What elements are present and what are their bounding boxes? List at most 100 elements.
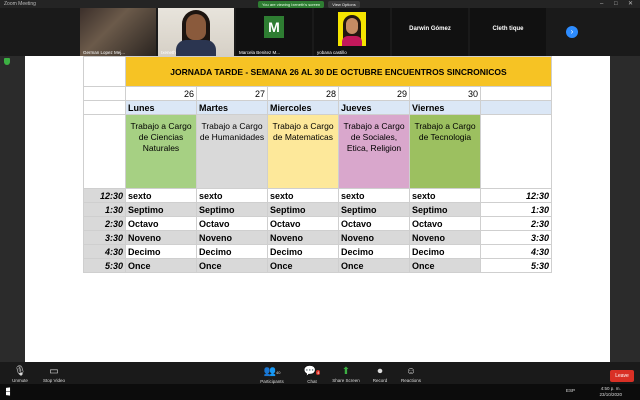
class-cell: sexto (267, 188, 339, 203)
participant-gallery: German Lopez Mej... Ixeneth M Marcela Be… (0, 8, 640, 56)
reactions-icon: ☺ (405, 366, 417, 377)
class-cell: sexto (125, 188, 197, 203)
class-cell: Decimo (338, 244, 410, 259)
language-indicator[interactable]: ESP (566, 388, 575, 393)
participant-tile[interactable]: German Lopez Mej... (80, 8, 156, 56)
participant-name: Cleth tique (492, 26, 524, 32)
participants-button[interactable]: 👥40 Participants (252, 366, 292, 384)
security-shield-icon[interactable] (4, 58, 10, 65)
taskbar-clock[interactable]: 4:50 p. m. 23/10/2020 (599, 386, 622, 398)
class-cell: Decimo (125, 244, 197, 259)
participant-body (176, 40, 216, 56)
participant-tile[interactable]: M Marcela Benitez M... (236, 8, 312, 56)
subject-cell: Trabajo a Cargo de Matematicas (267, 114, 339, 189)
time-cell: 5:30 (83, 258, 126, 273)
class-cell: Once (125, 258, 197, 273)
class-cell: Noveno (267, 230, 339, 245)
maximize-icon[interactable]: □ (614, 0, 618, 8)
subject-cell: Trabajo a Cargo de Ciencias Naturales (125, 114, 197, 189)
viewing-status: You are viewing Ixeneth's screen (258, 0, 325, 8)
empty-cell (480, 100, 552, 115)
time-cell: 2:30 (83, 216, 126, 231)
date-cell: 27 (196, 86, 268, 101)
video-camera-icon: ▭ (49, 366, 59, 377)
class-cell: sexto (409, 188, 481, 203)
participant-name: Ixeneth (161, 50, 176, 55)
leave-button[interactable]: Leave (610, 370, 634, 382)
class-cell: Once (267, 258, 339, 273)
class-cell: Septimo (196, 202, 268, 217)
empty-cell (83, 114, 126, 189)
clock-date: 23/10/2020 (599, 392, 622, 397)
participant-tile[interactable]: yobana castillo (314, 8, 390, 56)
class-cell: Octavo (267, 216, 339, 231)
close-icon[interactable]: ✕ (628, 0, 633, 8)
class-cell: Septimo (125, 202, 197, 217)
date-cell: 26 (125, 86, 197, 101)
participants-icon: 👥40 (263, 366, 281, 377)
class-cell: Noveno (125, 230, 197, 245)
date-cell: 28 (267, 86, 339, 101)
participant-face (186, 14, 206, 40)
schedule-table: JORNADA TARDE - SEMANA 26 AL 30 DE OCTUB… (83, 56, 552, 273)
chat-badge: 4 (316, 370, 321, 375)
viewing-banner: You are viewing Ixeneth's screen View Op… (258, 0, 360, 8)
empty-cell (83, 56, 126, 87)
time-cell: 2:30 (480, 216, 552, 231)
class-cell: Octavo (409, 216, 481, 231)
time-cell: 12:30 (83, 188, 126, 203)
next-page-icon[interactable]: › (566, 26, 578, 38)
time-cell: 1:30 (480, 202, 552, 217)
class-cell: sexto (338, 188, 410, 203)
class-cell: Once (196, 258, 268, 273)
participant-face (346, 18, 358, 34)
class-cell: Decimo (196, 244, 268, 259)
table-row: 2:30 Octavo Octavo Octavo Octavo Octavo … (83, 216, 552, 231)
day-header: Lunes (125, 100, 197, 115)
participant-body (342, 36, 362, 46)
empty-cell (480, 114, 552, 189)
windows-start-icon[interactable] (6, 387, 11, 396)
view-options-button[interactable]: View Options (328, 0, 360, 8)
date-cell: 30 (409, 86, 481, 101)
class-cell: Octavo (338, 216, 410, 231)
table-row: 12:30 sexto sexto sexto sexto sexto 12:3… (83, 188, 552, 203)
class-cell: Noveno (196, 230, 268, 245)
participant-tile-active[interactable]: Ixeneth (158, 8, 234, 56)
window-title: Zoom Meeting (4, 1, 36, 7)
time-cell: 3:30 (480, 230, 552, 245)
minimize-icon[interactable]: – (600, 0, 603, 8)
empty-cell (480, 86, 552, 101)
class-cell: Septimo (267, 202, 339, 217)
taskbar: ESP 4:50 p. m. 23/10/2020 (0, 384, 640, 400)
unmute-label: Unmute (12, 378, 28, 383)
time-cell: 12:30 (480, 188, 552, 203)
day-header: Martes (196, 100, 268, 115)
table-row: 4:30 Decimo Decimo Decimo Decimo Decimo … (83, 244, 552, 259)
share-screen-label: Share Screen (332, 378, 360, 383)
day-header: Miercoles (267, 100, 339, 115)
participant-video (80, 8, 156, 56)
subject-cell: Trabajo a Cargo de Humanidades (196, 114, 268, 189)
avatar: M (264, 16, 284, 38)
table-row: 5:30 Once Once Once Once Once 5:30 (83, 258, 552, 273)
class-cell: Noveno (338, 230, 410, 245)
class-cell: Octavo (196, 216, 268, 231)
participant-name: yobana castillo (317, 50, 347, 55)
day-header: Jueves (338, 100, 410, 115)
stop-video-button[interactable]: ▭ Stop Video (34, 366, 74, 383)
record-label: Record (372, 378, 388, 383)
subject-cell: Trabajo a Cargo de Sociales, Etica, Reli… (338, 114, 410, 189)
empty-cell (83, 86, 126, 101)
day-header: Viernes (409, 100, 481, 115)
class-cell: Once (409, 258, 481, 273)
time-cell: 3:30 (83, 230, 126, 245)
participant-name: German Lopez Mej... (83, 50, 126, 55)
date-cell: 29 (338, 86, 410, 101)
participant-tile[interactable]: Darwin Gómez (392, 8, 468, 56)
time-cell: 4:30 (83, 244, 126, 259)
participant-name: Marcela Benitez M... (239, 50, 281, 55)
participant-tile[interactable]: Cleth tique (470, 8, 546, 56)
reactions-button[interactable]: ☺ Reactions (391, 366, 431, 383)
time-cell: 5:30 (480, 258, 552, 273)
